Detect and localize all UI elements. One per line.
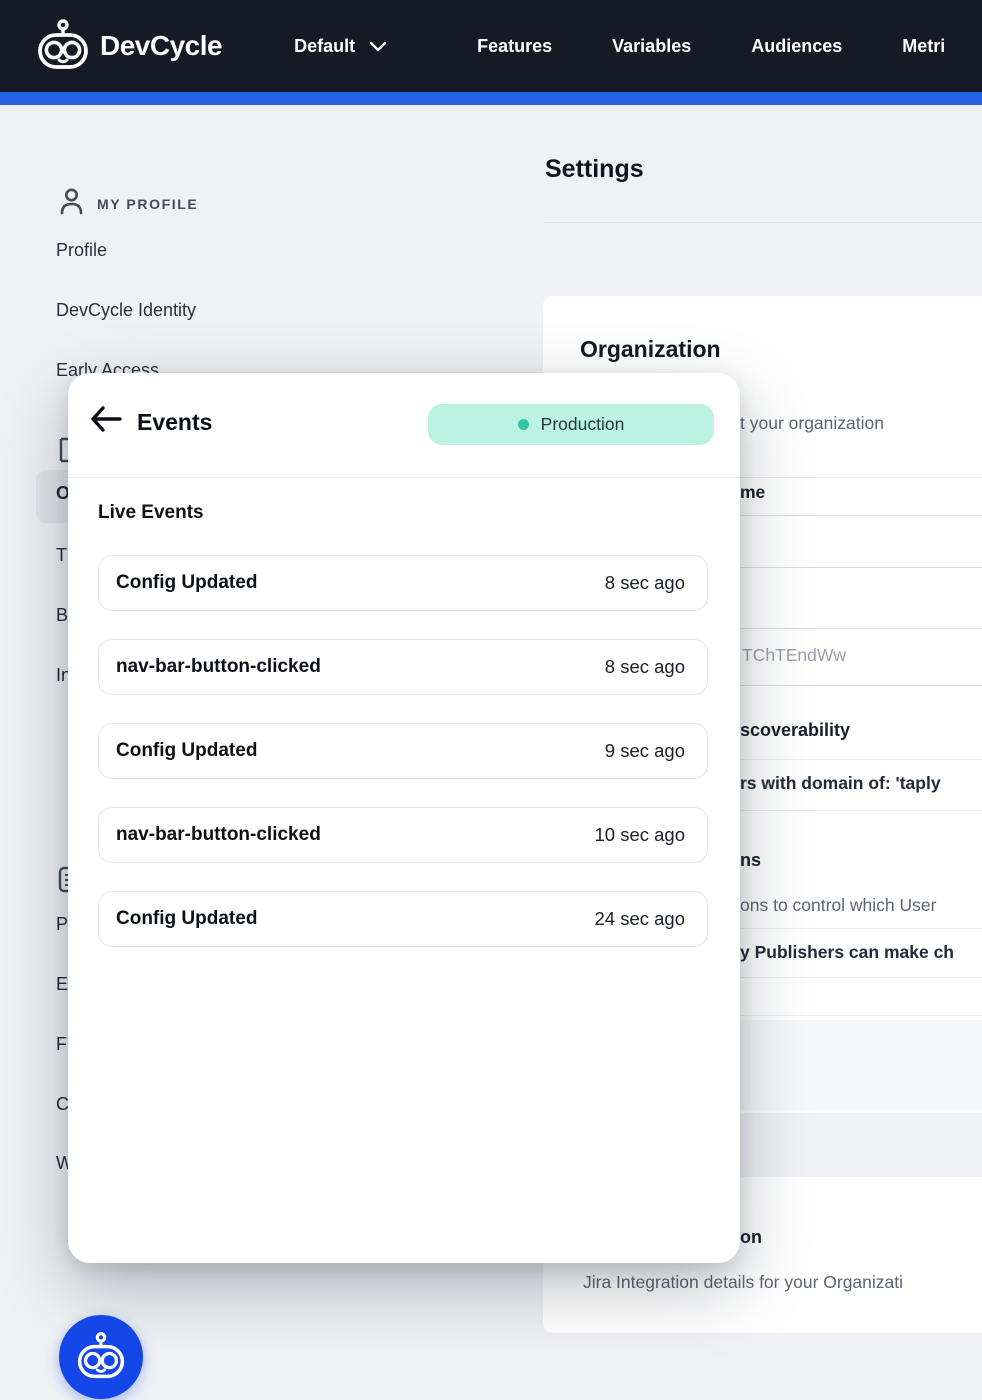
nav-links: Default Features Variables Audiences Met… bbox=[222, 36, 945, 57]
sidebar-section-label: MY PROFILE bbox=[97, 196, 198, 212]
publishers-line-fragment: y Publishers can make ch bbox=[740, 942, 954, 963]
sidebar-item-billing-clipped[interactable]: B bbox=[56, 605, 68, 626]
live-events-heading: Live Events bbox=[98, 502, 204, 524]
event-row[interactable]: Config Updated 9 sec ago bbox=[98, 723, 708, 779]
organization-subtitle-fragment: t your organization bbox=[740, 413, 884, 434]
environment-badge: Production bbox=[428, 404, 714, 445]
brand-wordmark: DevCycle bbox=[100, 30, 222, 62]
permissions-heading-fragment: ns bbox=[740, 850, 761, 871]
event-row[interactable]: nav-bar-button-clicked 8 sec ago bbox=[98, 639, 708, 695]
permissions-desc-fragment: ons to control which User bbox=[740, 895, 936, 916]
event-time: 8 sec ago bbox=[605, 572, 685, 594]
jira-subtitle: Jira Integration details for your Organi… bbox=[583, 1272, 903, 1293]
project-selector-label: Default bbox=[294, 36, 355, 57]
event-time: 24 sec ago bbox=[594, 908, 685, 930]
event-name: nav-bar-button-clicked bbox=[116, 656, 321, 678]
event-name: nav-bar-button-clicked bbox=[116, 824, 321, 846]
devcycle-logo[interactable]: DevCycle bbox=[34, 16, 222, 77]
devcycle-robot-icon bbox=[34, 16, 92, 77]
event-time: 10 sec ago bbox=[594, 824, 685, 846]
sidebar-item-projects-clipped[interactable]: P bbox=[56, 914, 68, 935]
event-time: 8 sec ago bbox=[605, 656, 685, 678]
chevron-down-icon bbox=[369, 36, 387, 57]
nav-item-metrics[interactable]: Metri bbox=[902, 36, 945, 57]
organization-card-title: Organization bbox=[580, 336, 721, 363]
nav-item-features[interactable]: Features bbox=[477, 36, 552, 57]
sidebar-item-profile[interactable]: Profile bbox=[56, 240, 107, 261]
person-icon bbox=[60, 188, 83, 220]
jira-title-fragment: on bbox=[740, 1227, 762, 1248]
nav-item-variables[interactable]: Variables bbox=[612, 36, 691, 57]
event-time: 9 sec ago bbox=[605, 740, 685, 762]
modal-header-divider bbox=[68, 477, 740, 478]
event-name: Config Updated bbox=[116, 908, 257, 930]
event-row[interactable]: Config Updated 24 sec ago bbox=[98, 891, 708, 947]
event-name: Config Updated bbox=[116, 572, 257, 594]
event-name: Config Updated bbox=[116, 740, 257, 762]
events-modal-title: Events bbox=[137, 409, 212, 436]
environment-badge-label: Production bbox=[541, 414, 625, 435]
domain-line-fragment: rs with domain of: 'taply bbox=[740, 773, 941, 794]
discoverability-heading-fragment: scoverability bbox=[740, 720, 850, 741]
sidebar-item-team-clipped[interactable]: T bbox=[56, 545, 67, 566]
event-row[interactable]: nav-bar-button-clicked 10 sec ago bbox=[98, 807, 708, 863]
devcycle-assistant-button[interactable] bbox=[59, 1315, 143, 1399]
nav-item-audiences[interactable]: Audiences bbox=[751, 36, 842, 57]
sidebar-item-devcycle-identity[interactable]: DevCycle Identity bbox=[56, 300, 196, 321]
environment-dot-icon bbox=[518, 419, 529, 430]
page-title: Settings bbox=[545, 155, 644, 184]
top-navbar: DevCycle Default Features Variables Audi… bbox=[0, 0, 982, 92]
sidebar-section-my-profile: MY PROFILE bbox=[60, 188, 198, 220]
sidebar-item-features-clipped[interactable]: F bbox=[56, 1034, 67, 1055]
org-id-value-fragment: TChTEndWw bbox=[742, 645, 846, 666]
back-arrow-icon[interactable] bbox=[90, 406, 126, 442]
sidebar-item-environments-clipped[interactable]: E bbox=[56, 974, 68, 995]
title-divider bbox=[543, 222, 982, 223]
accent-bar bbox=[0, 92, 982, 105]
org-name-label-fragment: me bbox=[740, 482, 765, 503]
app-root: DevCycle Default Features Variables Audi… bbox=[0, 0, 982, 1400]
devcycle-robot-icon bbox=[74, 1329, 128, 1386]
event-row[interactable]: Config Updated 8 sec ago bbox=[98, 555, 708, 611]
project-selector[interactable]: Default bbox=[294, 36, 387, 57]
